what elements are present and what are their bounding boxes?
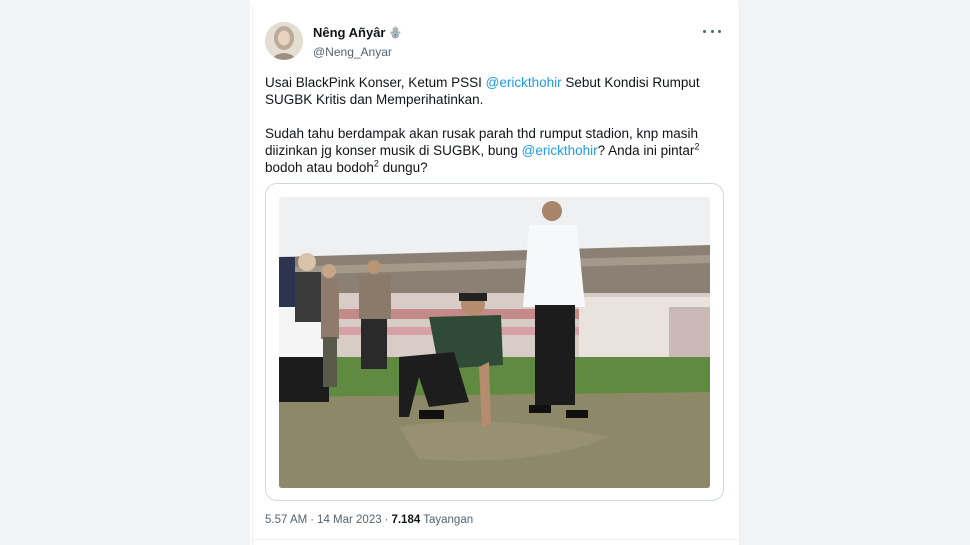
tweet-paragraph-1: Usai BlackPink Konser, Ketum PSSI @erick…: [265, 74, 727, 108]
views-label: Tayangan: [423, 514, 474, 526]
meta-separator: ·: [384, 514, 389, 526]
author-display-name[interactable]: Nêng Añyâr: [313, 25, 385, 40]
meta-separator: ·: [310, 514, 315, 526]
text-segment: ? Anda ini pintar: [597, 143, 695, 158]
name-emoji: 🪬: [388, 27, 403, 39]
author-handle[interactable]: @Neng_Anyar: [313, 45, 402, 59]
background-left: [0, 0, 250, 545]
mention-link[interactable]: @erickthohir: [486, 75, 562, 90]
tweet-meta: 5.57 AM · 14 Mar 2023 · 7.184 Tayangan: [265, 514, 473, 526]
views-count: 7.184: [391, 514, 421, 526]
tweet-card[interactable]: Nêng Añyâr 🪬 @Neng_Anyar Usai BlackPink K…: [252, 6, 740, 545]
tweet-date[interactable]: 14 Mar 2023: [317, 514, 382, 526]
mention-link[interactable]: @erickthohir: [522, 143, 598, 158]
avatar[interactable]: [265, 22, 303, 60]
tweet-header: Nêng Añyâr 🪬 @Neng_Anyar: [265, 22, 729, 66]
background-right: [738, 0, 970, 545]
tweet-screenshot: Nêng Añyâr 🪬 @Neng_Anyar Usai BlackPink K…: [0, 0, 970, 545]
text-segment: dungu?: [378, 160, 428, 175]
media-frame[interactable]: [265, 183, 724, 501]
more-horizontal-icon[interactable]: [703, 26, 721, 36]
divider: [253, 539, 739, 540]
tweet-text: Usai BlackPink Konser, Ketum PSSI @erick…: [265, 74, 727, 193]
superscript: 2: [694, 141, 700, 152]
author-names: Nêng Añyâr 🪬 @Neng_Anyar: [313, 24, 402, 59]
tweet-paragraph-2: Sudah tahu berdampak akan rusak parah th…: [265, 125, 727, 176]
tweet-time[interactable]: 5.57 AM: [265, 514, 307, 526]
text-segment: bodoh atau bodoh: [265, 160, 374, 175]
text-segment: Usai BlackPink Konser, Ketum PSSI: [265, 75, 486, 90]
tweet-photo[interactable]: [279, 197, 710, 488]
